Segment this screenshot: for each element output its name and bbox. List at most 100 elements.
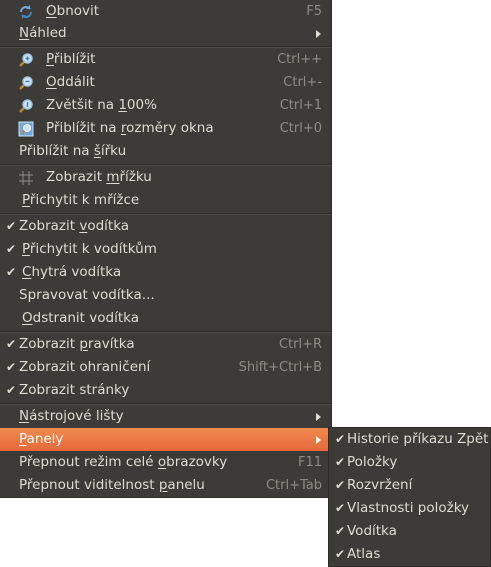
menu-item-refresh[interactable]: Obnovit F5 bbox=[0, 0, 331, 23]
mnemonic: 1 bbox=[118, 97, 127, 113]
shortcut-label: Shift+Ctrl+B bbox=[238, 360, 322, 375]
separator bbox=[0, 164, 331, 166]
menu-item-preview[interactable]: Náhled bbox=[0, 22, 331, 45]
checkmark-icon: ✔ bbox=[6, 360, 17, 374]
menu-item-label-rest: anelu bbox=[167, 477, 205, 493]
submenu-arrow-icon bbox=[316, 436, 321, 444]
menu-item-label: Zobrazit stránky bbox=[19, 382, 130, 398]
checkmark-icon: ✔ bbox=[6, 337, 17, 351]
menu-item-remove-guides[interactable]: Odstranit vodítka bbox=[0, 307, 331, 330]
menu-item-label: anely bbox=[26, 431, 64, 447]
shortcut-label: Ctrl+0 bbox=[279, 121, 322, 136]
menu-item-label-rest: ravítka bbox=[87, 336, 135, 352]
mnemonic: š bbox=[93, 143, 101, 159]
checkmark-icon: ✔ bbox=[335, 432, 346, 446]
submenu-item-atlas[interactable]: ✔ Atlas bbox=[329, 543, 491, 566]
menu-item-label-rest: ozměry okna bbox=[126, 120, 214, 136]
menu-item-toggle-panel-visibility[interactable]: Přepnout viditelnost panelu Ctrl+Tab bbox=[0, 474, 331, 497]
menu-item-label-rest: odítka bbox=[87, 218, 130, 234]
menu-item-zoom-fit-window[interactable]: Přiblížit na rozměry okna Ctrl+0 bbox=[0, 117, 331, 140]
shortcut-label: F5 bbox=[306, 4, 322, 19]
menu-item-label: Přepnout viditelnost bbox=[19, 477, 159, 493]
mnemonic: N bbox=[19, 408, 30, 424]
menu-item-label: Přiblížit na bbox=[46, 120, 121, 136]
mnemonic: P bbox=[22, 192, 30, 208]
submenu-arrow-icon bbox=[316, 413, 321, 421]
separator bbox=[0, 213, 331, 215]
menu-item-zoom-out[interactable]: Oddálit Ctrl+- bbox=[0, 71, 331, 94]
separator bbox=[0, 403, 331, 405]
checkmark-icon: ✔ bbox=[6, 383, 17, 397]
submenu-item-items[interactable]: ✔ Položky bbox=[329, 451, 491, 474]
menu-item-label: hytrá vodítka bbox=[31, 264, 122, 280]
menu-item-show-pages[interactable]: ✔ Zobrazit stránky bbox=[0, 379, 331, 402]
menu-item-toggle-fullscreen[interactable]: Přepnout režim celé obrazovky F11 bbox=[0, 451, 331, 474]
mnemonic: o bbox=[157, 454, 167, 470]
submenu-item-layout[interactable]: ✔ Rozvržení bbox=[329, 474, 491, 497]
menu-item-label: řichytit k vodítkům bbox=[29, 241, 157, 257]
submenu-item-label: Vlastnosti položky bbox=[347, 500, 470, 516]
checkmark-icon: ✔ bbox=[335, 501, 346, 515]
mnemonic: O bbox=[22, 310, 33, 326]
submenu-item-label: Položky bbox=[347, 454, 398, 470]
mnemonic: P bbox=[46, 51, 54, 67]
submenu-item-undo-history[interactable]: ✔ Historie příkazu Zpět bbox=[329, 428, 491, 451]
checkmark-icon: ✔ bbox=[6, 242, 17, 256]
checkmark-icon: ✔ bbox=[6, 265, 17, 279]
menu-item-zoom-width[interactable]: Přiblížit na šířku bbox=[0, 140, 331, 163]
menu-item-panels[interactable]: Panely bbox=[0, 428, 331, 451]
menu-item-smart-guides[interactable]: ✔ Chytrá vodítka bbox=[0, 261, 331, 284]
view-menu: Obnovit F5 Náhled Přiblížit Ctrl++ Oddál… bbox=[0, 0, 332, 498]
menu-item-label: Zobrazit bbox=[19, 336, 80, 352]
menu-item-label: ástrojové lišty bbox=[29, 408, 124, 424]
submenu-item-label: Historie příkazu Zpět bbox=[347, 431, 489, 447]
refresh-icon bbox=[18, 4, 34, 20]
submenu-arrow-icon bbox=[316, 30, 321, 38]
menu-item-zoom-100[interactable]: Zvětšit na 100% Ctrl+1 bbox=[0, 94, 331, 117]
separator bbox=[0, 46, 331, 48]
menu-item-label: ddálit bbox=[56, 74, 95, 90]
menu-item-show-bounding-boxes[interactable]: ✔ Zobrazit ohraničení Shift+Ctrl+B bbox=[0, 356, 331, 379]
zoom-out-icon bbox=[18, 75, 34, 91]
menu-item-snap-grid[interactable]: Přichytit k mřížce bbox=[0, 189, 331, 212]
menu-item-zoom-in[interactable]: Přiblížit Ctrl++ bbox=[0, 48, 331, 71]
checkmark-icon: ✔ bbox=[335, 478, 346, 492]
panels-submenu: ✔ Historie příkazu Zpět ✔ Položky ✔ Rozv… bbox=[328, 427, 491, 567]
mnemonic: O bbox=[46, 74, 57, 90]
menu-item-label: Zobrazit bbox=[46, 169, 107, 185]
menu-item-label: Zobrazit ohraničení bbox=[19, 359, 151, 375]
menu-item-label: áhled bbox=[29, 25, 67, 41]
submenu-item-label: Vodítka bbox=[347, 523, 397, 539]
menu-item-manage-guides[interactable]: Spravovat vodítka... bbox=[0, 284, 331, 307]
mnemonic: P bbox=[19, 431, 27, 447]
menu-item-show-guides[interactable]: ✔ Zobrazit vodítka bbox=[0, 215, 331, 238]
menu-item-label: Zobrazit bbox=[19, 218, 80, 234]
menu-item-label-rest: ířku bbox=[100, 143, 127, 159]
submenu-item-label: Atlas bbox=[347, 546, 381, 562]
zoom-in-icon bbox=[18, 52, 34, 68]
submenu-item-item-properties[interactable]: ✔ Vlastnosti položky bbox=[329, 497, 491, 520]
menu-item-label: Přepnout režim celé bbox=[19, 454, 158, 470]
shortcut-label: Ctrl+1 bbox=[279, 98, 322, 113]
mnemonic: m bbox=[106, 169, 120, 185]
checkmark-icon: ✔ bbox=[6, 219, 17, 233]
shortcut-label: F11 bbox=[297, 455, 322, 470]
menu-item-label-rest: řížku bbox=[119, 169, 152, 185]
submenu-item-guides[interactable]: ✔ Vodítka bbox=[329, 520, 491, 543]
menu-item-show-grid[interactable]: Zobrazit mřížku bbox=[0, 166, 331, 189]
zoom-fit-icon bbox=[18, 121, 34, 137]
mnemonic: N bbox=[19, 25, 30, 41]
zoom-100-icon bbox=[18, 98, 34, 114]
mnemonic: p bbox=[79, 336, 88, 352]
separator bbox=[0, 331, 331, 333]
checkmark-icon: ✔ bbox=[335, 524, 346, 538]
menu-item-show-rulers[interactable]: ✔ Zobrazit pravítka Ctrl+R bbox=[0, 333, 331, 356]
menu-item-label: Přiblížit na bbox=[19, 143, 94, 159]
menu-item-toolbars[interactable]: Nástrojové lišty bbox=[0, 405, 331, 428]
menu-item-label: dstranit vodítka bbox=[32, 310, 139, 326]
menu-item-label: bnovit bbox=[56, 3, 100, 19]
shortcut-label: Ctrl++ bbox=[277, 52, 322, 67]
mnemonic: P bbox=[22, 241, 30, 257]
menu-item-label-rest: 00% bbox=[126, 97, 157, 113]
menu-item-snap-guides[interactable]: ✔ Přichytit k vodítkům bbox=[0, 238, 331, 261]
